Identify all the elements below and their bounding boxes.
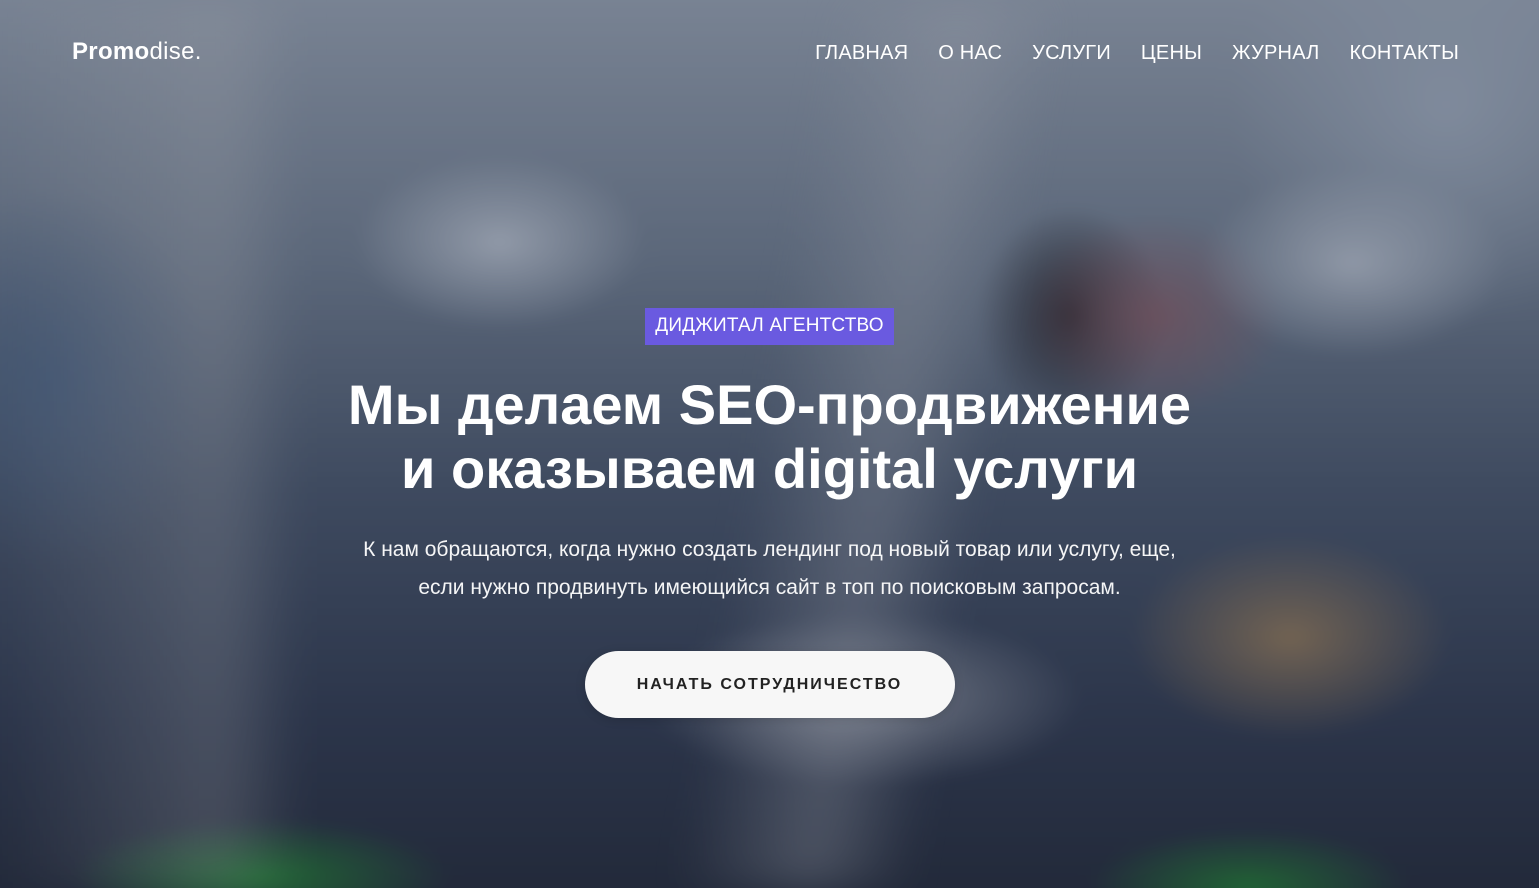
nav-item-about[interactable]: О НАС <box>938 42 1002 65</box>
nav-item-prices[interactable]: ЦЕНЫ <box>1141 42 1202 65</box>
logo-light-text: dise. <box>149 38 202 65</box>
hero-section: Promodise. ГЛАВНАЯ О НАС УСЛУГИ ЦЕНЫ ЖУР… <box>0 0 1539 888</box>
hero-content: ДИДЖИТАЛ АГЕНТСТВО Мы делаем SEO-продвиж… <box>0 308 1539 718</box>
hero-description: К нам обращаются, когда нужно создать ле… <box>0 531 1539 607</box>
site-header: Promodise. ГЛАВНАЯ О НАС УСЛУГИ ЦЕНЫ ЖУР… <box>0 0 1539 106</box>
headline-line-2: и оказываем digital услуги <box>401 437 1138 500</box>
nav-item-journal[interactable]: ЖУРНАЛ <box>1232 42 1320 65</box>
nav-item-services[interactable]: УСЛУГИ <box>1032 42 1111 65</box>
nav-item-home[interactable]: ГЛАВНАЯ <box>815 42 908 65</box>
site-logo[interactable]: Promodise. <box>72 38 202 66</box>
hero-headline: Мы делаем SEO-продвижение и оказываем di… <box>0 373 1539 501</box>
agency-badge: ДИДЖИТАЛ АГЕНТСТВО <box>645 308 894 345</box>
main-nav: ГЛАВНАЯ О НАС УСЛУГИ ЦЕНЫ ЖУРНАЛ КОНТАКТ… <box>815 42 1459 65</box>
description-line-2: если нужно продвинуть имеющийся сайт в т… <box>418 576 1121 599</box>
description-line-1: К нам обращаются, когда нужно создать ле… <box>363 538 1176 561</box>
logo-bold-text: Promo <box>72 38 150 65</box>
start-cooperation-button[interactable]: НАЧАТЬ СОТРУДНИЧЕСТВО <box>584 651 955 718</box>
nav-item-contacts[interactable]: КОНТАКТЫ <box>1350 42 1460 65</box>
headline-line-1: Мы делаем SEO-продвижение <box>347 373 1192 436</box>
